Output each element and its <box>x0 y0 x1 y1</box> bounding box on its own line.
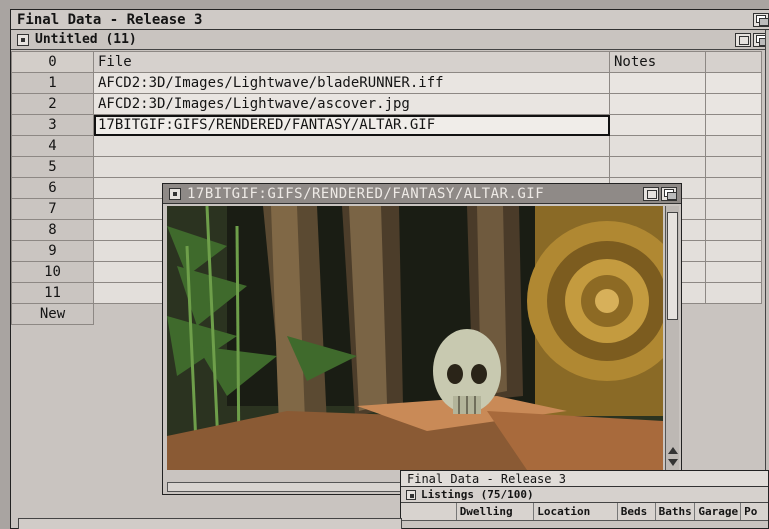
empty-cell[interactable] <box>705 282 762 304</box>
sheet-zoom-icon[interactable] <box>735 32 751 47</box>
viewer-close-icon[interactable] <box>169 187 181 200</box>
file-cell-selected[interactable]: 17BITGIF:GIFS/RENDERED/FANTASY/ALTAR.GIF <box>93 114 610 136</box>
bottom-status-bar <box>18 518 402 529</box>
row-number[interactable]: 8 <box>11 219 94 241</box>
table-row: 1 AFCD2:3D/Images/Lightwave/bladeRUNNER.… <box>11 72 762 94</box>
header-corner[interactable]: 0 <box>11 51 94 73</box>
file-cell[interactable]: AFCD2:3D/Images/Lightwave/bladeRUNNER.if… <box>93 72 610 94</box>
altar-image <box>167 206 663 470</box>
main-title-bar[interactable]: Final Data - Release 3 <box>11 10 769 30</box>
listings-window-title: Final Data - Release 3 <box>407 471 566 486</box>
empty-cell[interactable] <box>705 177 762 199</box>
sheet-title-bar[interactable]: Untitled (11) <box>11 30 769 50</box>
new-row-button[interactable]: New <box>11 303 94 325</box>
empty-cell[interactable] <box>705 114 762 136</box>
empty-cell[interactable] <box>705 93 762 115</box>
listings-close-icon[interactable] <box>406 489 416 500</box>
row-number[interactable]: 6 <box>11 177 94 199</box>
notes-cell[interactable] <box>609 93 706 115</box>
listings-window: Final Data - Release 3 Listings (75/100)… <box>400 470 769 529</box>
viewer-title: 17BITGIF:GIFS/RENDERED/FANTASY/ALTAR.GIF <box>187 185 545 202</box>
column-header-baths[interactable]: Baths <box>656 503 696 520</box>
column-header-dwelling[interactable]: Dwelling <box>457 503 535 520</box>
column-header-beds[interactable]: Beds <box>618 503 656 520</box>
row-number[interactable]: 1 <box>11 72 94 94</box>
file-cell[interactable] <box>93 156 610 178</box>
empty-cell[interactable] <box>705 240 762 262</box>
column-header-notes[interactable]: Notes <box>609 51 706 73</box>
empty-cell[interactable] <box>705 72 762 94</box>
column-header-empty[interactable] <box>705 51 762 73</box>
row-number[interactable]: 10 <box>11 261 94 283</box>
row-number-selected[interactable]: 3 <box>11 114 94 136</box>
notes-cell[interactable] <box>609 135 706 157</box>
row-number-text: 3 <box>48 117 57 133</box>
row-number[interactable]: 2 <box>11 93 94 115</box>
table-row: 3 17BITGIF:GIFS/RENDERED/FANTASY/ALTAR.G… <box>11 114 762 136</box>
row-number[interactable]: 9 <box>11 240 94 262</box>
row-number[interactable]: 11 <box>11 282 94 304</box>
sheet-title: Untitled (11) <box>35 32 137 47</box>
empty-cell[interactable] <box>705 135 762 157</box>
empty-cell[interactable] <box>705 156 762 178</box>
file-cell[interactable]: AFCD2:3D/Images/Lightwave/ascover.jpg <box>93 93 610 115</box>
listings-sheet-title: Listings (75/100) <box>421 488 534 501</box>
image-viewer-window: 17BITGIF:GIFS/RENDERED/FANTASY/ALTAR.GIF <box>162 183 682 495</box>
empty-cell[interactable] <box>705 198 762 220</box>
scroll-down-arrow-icon[interactable] <box>668 459 678 466</box>
row-number[interactable]: 4 <box>11 135 94 157</box>
file-cell-text: 17BITGIF:GIFS/RENDERED/FANTASY/ALTAR.GIF <box>98 117 436 133</box>
listings-corner[interactable] <box>401 503 457 520</box>
column-header-file[interactable]: File <box>93 51 610 73</box>
listings-title-bar[interactable]: Final Data - Release 3 <box>401 471 768 487</box>
viewer-depth-icon[interactable] <box>661 186 677 201</box>
listings-sheet-bar[interactable]: Listings (75/100) <box>401 487 768 503</box>
empty-cell[interactable] <box>705 219 762 241</box>
sheet-close-icon[interactable] <box>17 33 29 46</box>
notes-cell[interactable] <box>609 156 706 178</box>
main-depth-gadget-icon[interactable] <box>753 12 769 27</box>
column-header-garage[interactable]: Garage <box>695 503 742 520</box>
viewer-vertical-scrollbar[interactable] <box>665 206 679 470</box>
row-number[interactable]: 7 <box>11 198 94 220</box>
table-row: 4 <box>11 135 762 157</box>
column-header-location[interactable]: Location <box>534 503 618 520</box>
table-row: 2 AFCD2:3D/Images/Lightwave/ascover.jpg <box>11 93 762 115</box>
file-cell[interactable] <box>93 135 610 157</box>
header-row: 0 File Notes <box>11 51 762 73</box>
row-number[interactable]: 5 <box>11 156 94 178</box>
table-row: 5 <box>11 156 762 178</box>
notes-cell[interactable] <box>609 72 706 94</box>
scroll-up-arrow-icon[interactable] <box>668 447 678 454</box>
listings-column-headers: Dwelling Location Beds Baths Garage Po <box>401 503 768 521</box>
column-header-po[interactable]: Po <box>741 503 768 520</box>
vertical-scrollbar[interactable] <box>765 30 769 504</box>
viewer-zoom-icon[interactable] <box>643 186 659 201</box>
notes-cell[interactable] <box>609 114 706 136</box>
viewer-title-bar[interactable]: 17BITGIF:GIFS/RENDERED/FANTASY/ALTAR.GIF <box>163 184 681 204</box>
viewer-scroll-knob[interactable] <box>667 212 678 320</box>
main-window-title: Final Data - Release 3 <box>17 11 203 28</box>
empty-cell[interactable] <box>705 261 762 283</box>
